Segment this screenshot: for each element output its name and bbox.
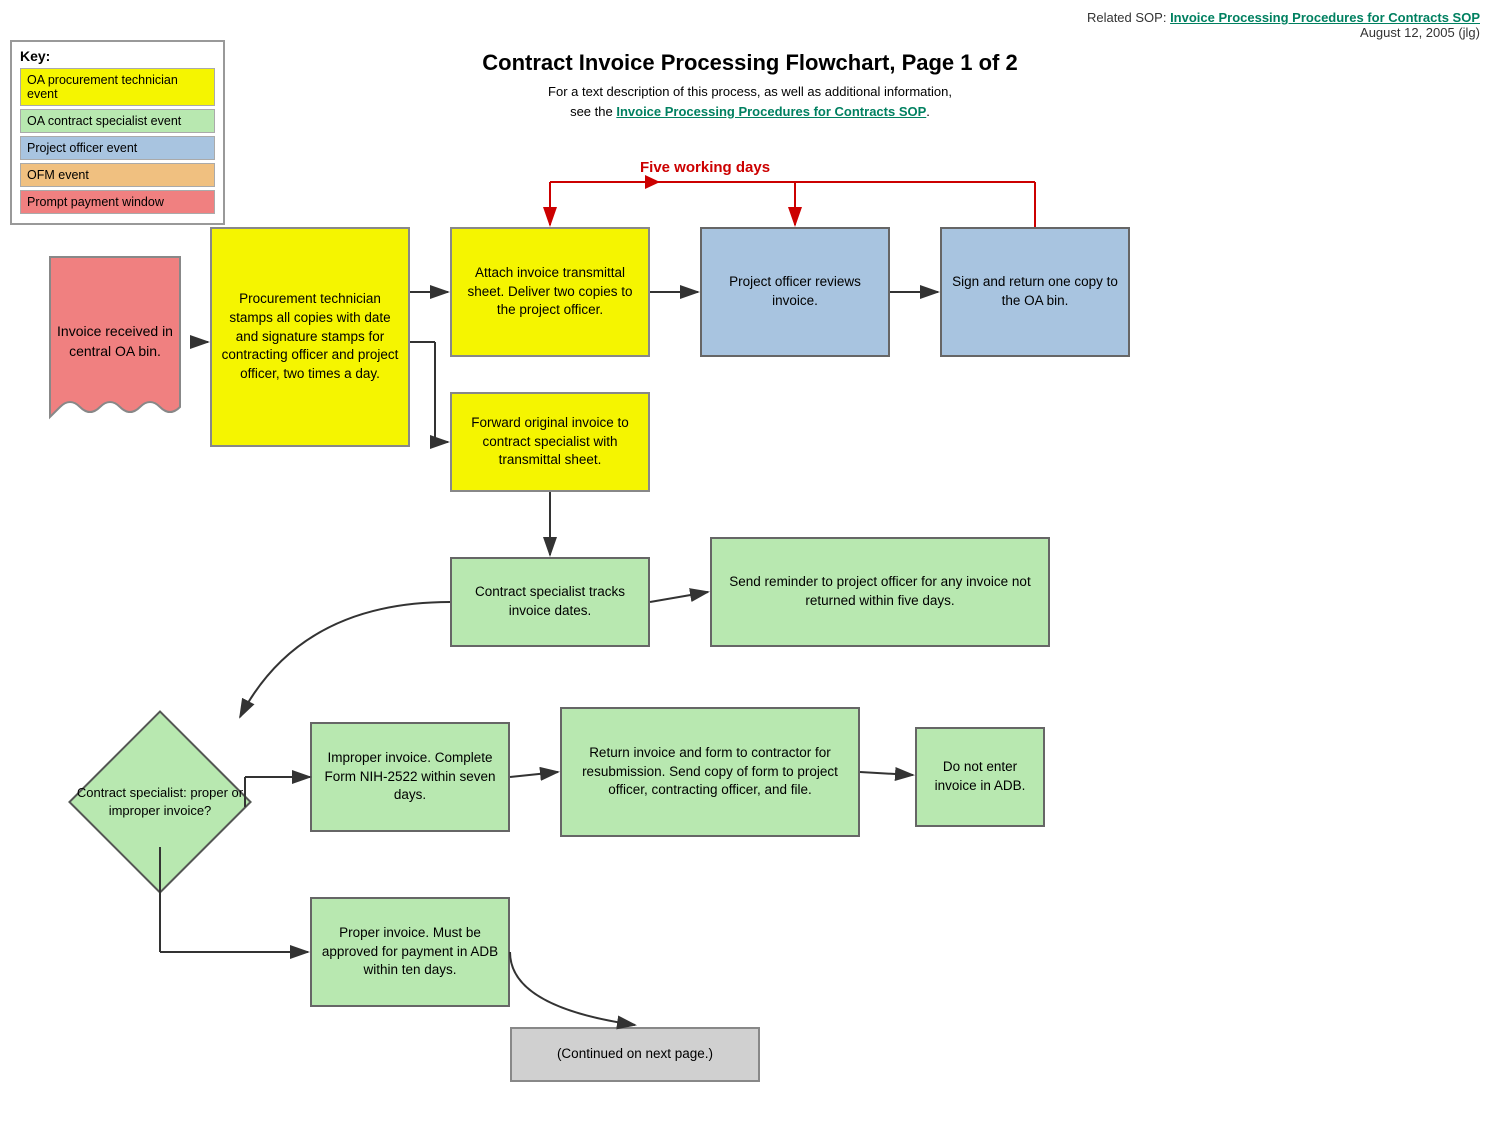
header-area: Related SOP: Invoice Processing Procedur… bbox=[20, 10, 1480, 40]
page-container: Related SOP: Invoice Processing Procedur… bbox=[0, 0, 1500, 1125]
project-officer-reviews-box: Project officer reviews invoice. bbox=[700, 227, 890, 357]
continued-box: (Continued on next page.) bbox=[510, 1027, 760, 1082]
attach-transmittal-box: Attach invoice transmittal sheet. Delive… bbox=[450, 227, 650, 357]
forward-original-box: Forward original invoice to contract spe… bbox=[450, 392, 650, 492]
proper-invoice-box: Proper invoice. Must be approved for pay… bbox=[310, 897, 510, 1007]
date-line: August 12, 2005 (jlg) bbox=[1360, 25, 1480, 40]
diamond-text: Contract specialist: proper or improper … bbox=[75, 784, 245, 820]
subtitle-link[interactable]: Invoice Processing Procedures for Contra… bbox=[616, 104, 926, 119]
key-title: Key: bbox=[20, 48, 215, 64]
related-sop-prefix: Related SOP: bbox=[1087, 10, 1170, 25]
improper-invoice-box: Improper invoice. Complete Form NIH-2522… bbox=[310, 722, 510, 832]
key-item-0: OA procurement technician event bbox=[20, 68, 215, 106]
contract-tracks-box: Contract specialist tracks invoice dates… bbox=[450, 557, 650, 647]
main-title: Contract Invoice Processing Flowchart, P… bbox=[20, 50, 1480, 76]
invoice-received-box: Invoice received in central OA bin. bbox=[40, 247, 190, 437]
diamond-container: Contract specialist: proper or improper … bbox=[75, 717, 245, 887]
five-days-label: Five working days bbox=[640, 159, 770, 176]
procurement-tech-box: Procurement technician stamps all copies… bbox=[210, 227, 410, 447]
send-reminder-box: Send reminder to project officer for any… bbox=[710, 537, 1050, 647]
return-invoice-box: Return invoice and form to contractor fo… bbox=[560, 707, 860, 837]
invoice-received-text: Invoice received in central OA bin. bbox=[40, 322, 190, 361]
related-sop: Related SOP: Invoice Processing Procedur… bbox=[1087, 10, 1480, 25]
sign-return-box: Sign and return one copy to the OA bin. bbox=[940, 227, 1130, 357]
do-not-enter-box: Do not enter invoice in ADB. bbox=[915, 727, 1045, 827]
subtitle: For a text description of this process, … bbox=[20, 82, 1480, 121]
related-sop-link[interactable]: Invoice Processing Procedures for Contra… bbox=[1170, 10, 1480, 25]
flowchart: Five working days Invoice received in ce… bbox=[20, 127, 1480, 1067]
main-title-area: Contract Invoice Processing Flowchart, P… bbox=[20, 50, 1480, 121]
